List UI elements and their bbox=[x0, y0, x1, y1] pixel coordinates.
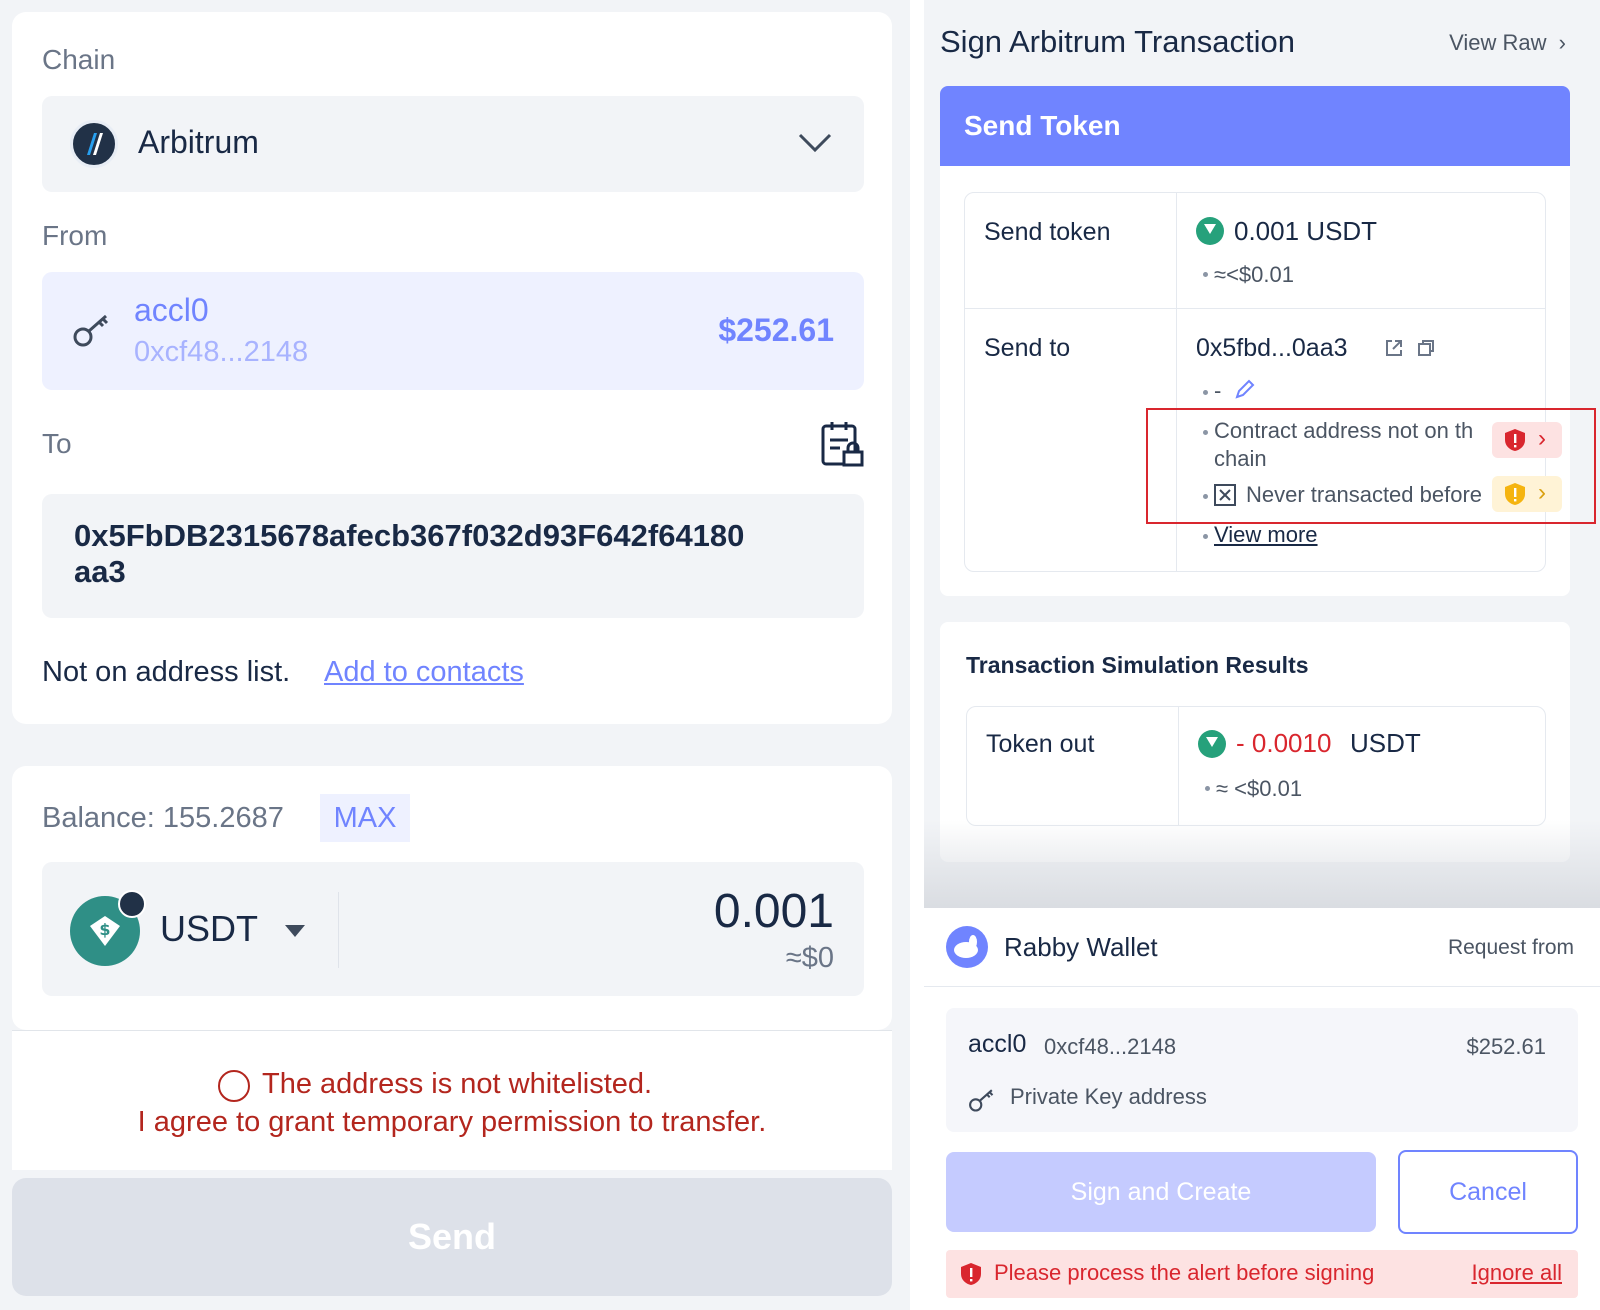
chain-name: Arbitrum bbox=[138, 124, 259, 160]
scroll-fade bbox=[924, 820, 1600, 910]
bullet-dot bbox=[1203, 390, 1208, 395]
whitelist-checkbox[interactable] bbox=[218, 1070, 250, 1102]
send-to-alias: - bbox=[1214, 378, 1222, 403]
account-card: accl0 0xcf48...2148 $252.61 Private Key … bbox=[946, 1008, 1578, 1132]
from-account-balance: $252.61 bbox=[718, 312, 834, 348]
to-label: To bbox=[42, 428, 72, 459]
token-out-label: Token out bbox=[986, 730, 1095, 758]
bullet-dot bbox=[1203, 534, 1208, 539]
sign-and-create-button[interactable]: Sign and Create bbox=[946, 1152, 1376, 1232]
svg-text:$: $ bbox=[99, 920, 110, 939]
view-more-link[interactable]: View more bbox=[1214, 522, 1318, 548]
copy-icon[interactable] bbox=[1416, 338, 1436, 358]
view-raw-label: View Raw bbox=[1449, 30, 1547, 55]
whitelist-warning-line1: The address is not whitelisted. bbox=[262, 1068, 653, 1100]
shield-danger-icon bbox=[961, 1263, 981, 1285]
simulation-table bbox=[966, 706, 1546, 826]
add-to-contacts-link[interactable]: Add to contacts bbox=[324, 656, 524, 689]
edit-pencil-icon[interactable] bbox=[1234, 378, 1256, 400]
to-address-field[interactable]: 0x5FbDB2315678afecb367f032d93F642f64180 … bbox=[42, 494, 864, 618]
from-account-name: accl0 bbox=[134, 292, 209, 328]
to-address-line2: aa3 bbox=[74, 554, 126, 589]
sign-panel: Sign Arbitrum Transaction View Raw › Sen… bbox=[924, 0, 1600, 1310]
token-out-amount: - 0.0010 bbox=[1236, 728, 1332, 758]
ignore-all-link[interactable]: Ignore all bbox=[1471, 1260, 1562, 1286]
send-to-label: Send to bbox=[984, 334, 1071, 362]
chain-label: Chain bbox=[42, 44, 116, 75]
bullet-dot bbox=[1203, 272, 1208, 277]
max-button[interactable]: MAX bbox=[320, 794, 410, 842]
from-account-address: 0xcf48...2148 bbox=[134, 336, 309, 368]
footer-divider bbox=[924, 986, 1600, 987]
to-address-line1: 0x5FbDB2315678afecb367f032d93F642f64180 bbox=[74, 518, 745, 553]
account-type: Private Key address bbox=[1010, 1084, 1207, 1109]
token-out-symbol: USDT bbox=[1350, 728, 1421, 758]
rabby-logo-icon bbox=[946, 926, 988, 968]
address-book-icon[interactable] bbox=[820, 420, 864, 468]
account-name: accl0 bbox=[968, 1030, 1027, 1058]
from-account[interactable]: accl0 0xcf48...2148 $252.61 bbox=[42, 272, 864, 390]
amount-input[interactable]: 0.001 bbox=[714, 884, 834, 939]
account-balance: $252.61 bbox=[1466, 1034, 1546, 1059]
address-note: Not on address list. bbox=[42, 656, 291, 688]
arbitrum-logo-icon bbox=[70, 120, 118, 168]
alert-bar: Please process the alert before signing … bbox=[946, 1250, 1578, 1298]
usdt-token-icon: $ bbox=[70, 890, 146, 966]
request-from: Request from bbox=[1447, 936, 1574, 959]
usdt-icon bbox=[1198, 730, 1226, 758]
token-amount-field: $ USDT 0.001 ≈$0 bbox=[42, 862, 864, 996]
send-to-address: 0x5fbd...0aa3 bbox=[1196, 334, 1348, 362]
action-title: Send Token bbox=[964, 110, 1121, 141]
view-raw-link[interactable]: View Raw › bbox=[1449, 30, 1566, 56]
sim-col-divider bbox=[1178, 707, 1179, 825]
table-row-divider bbox=[965, 308, 1545, 309]
panel-title: Sign Arbitrum Transaction bbox=[940, 24, 1295, 59]
send-token-label: Send token bbox=[984, 218, 1111, 246]
external-link-icon[interactable] bbox=[1384, 338, 1404, 358]
send-button[interactable]: Send bbox=[12, 1178, 892, 1296]
chevron-down-icon bbox=[798, 133, 832, 153]
cancel-button[interactable]: Cancel bbox=[1398, 1150, 1578, 1234]
usdt-icon bbox=[1196, 217, 1224, 245]
whitelist-warning-line2: I agree to grant temporary permission to… bbox=[137, 1106, 767, 1138]
account-address: 0xcf48...2148 bbox=[1044, 1034, 1177, 1059]
simulation-title: Transaction Simulation Results bbox=[966, 652, 1309, 678]
key-icon bbox=[73, 314, 109, 347]
token-divider bbox=[338, 892, 339, 968]
chain-selector[interactable]: Arbitrum bbox=[42, 96, 864, 192]
action-header: Send Token bbox=[940, 86, 1570, 166]
token-symbol[interactable]: USDT bbox=[160, 908, 258, 950]
wallet-name: Rabby Wallet bbox=[1004, 932, 1158, 962]
bullet-dot bbox=[1205, 786, 1210, 791]
alert-bar-text: Please process the alert before signing bbox=[994, 1260, 1375, 1285]
balance-text: Balance: 155.2687 bbox=[42, 802, 284, 834]
send-token-usd: ≈<$0.01 bbox=[1214, 262, 1294, 287]
amount-usd: ≈$0 bbox=[785, 942, 834, 974]
send-form-panel: Chain Arbitrum From accl0 0xcf48...2148 … bbox=[0, 0, 910, 1310]
key-icon bbox=[969, 1089, 994, 1112]
arbitrum-badge-icon bbox=[118, 890, 146, 918]
token-out-usd: ≈ <$0.01 bbox=[1216, 776, 1303, 801]
send-token-amount: 0.001 USDT bbox=[1234, 216, 1378, 246]
caret-down-icon[interactable] bbox=[284, 924, 306, 938]
alert-highlight-box bbox=[1146, 408, 1596, 524]
from-label: From bbox=[42, 220, 108, 251]
chevron-right-icon: › bbox=[1558, 30, 1566, 55]
